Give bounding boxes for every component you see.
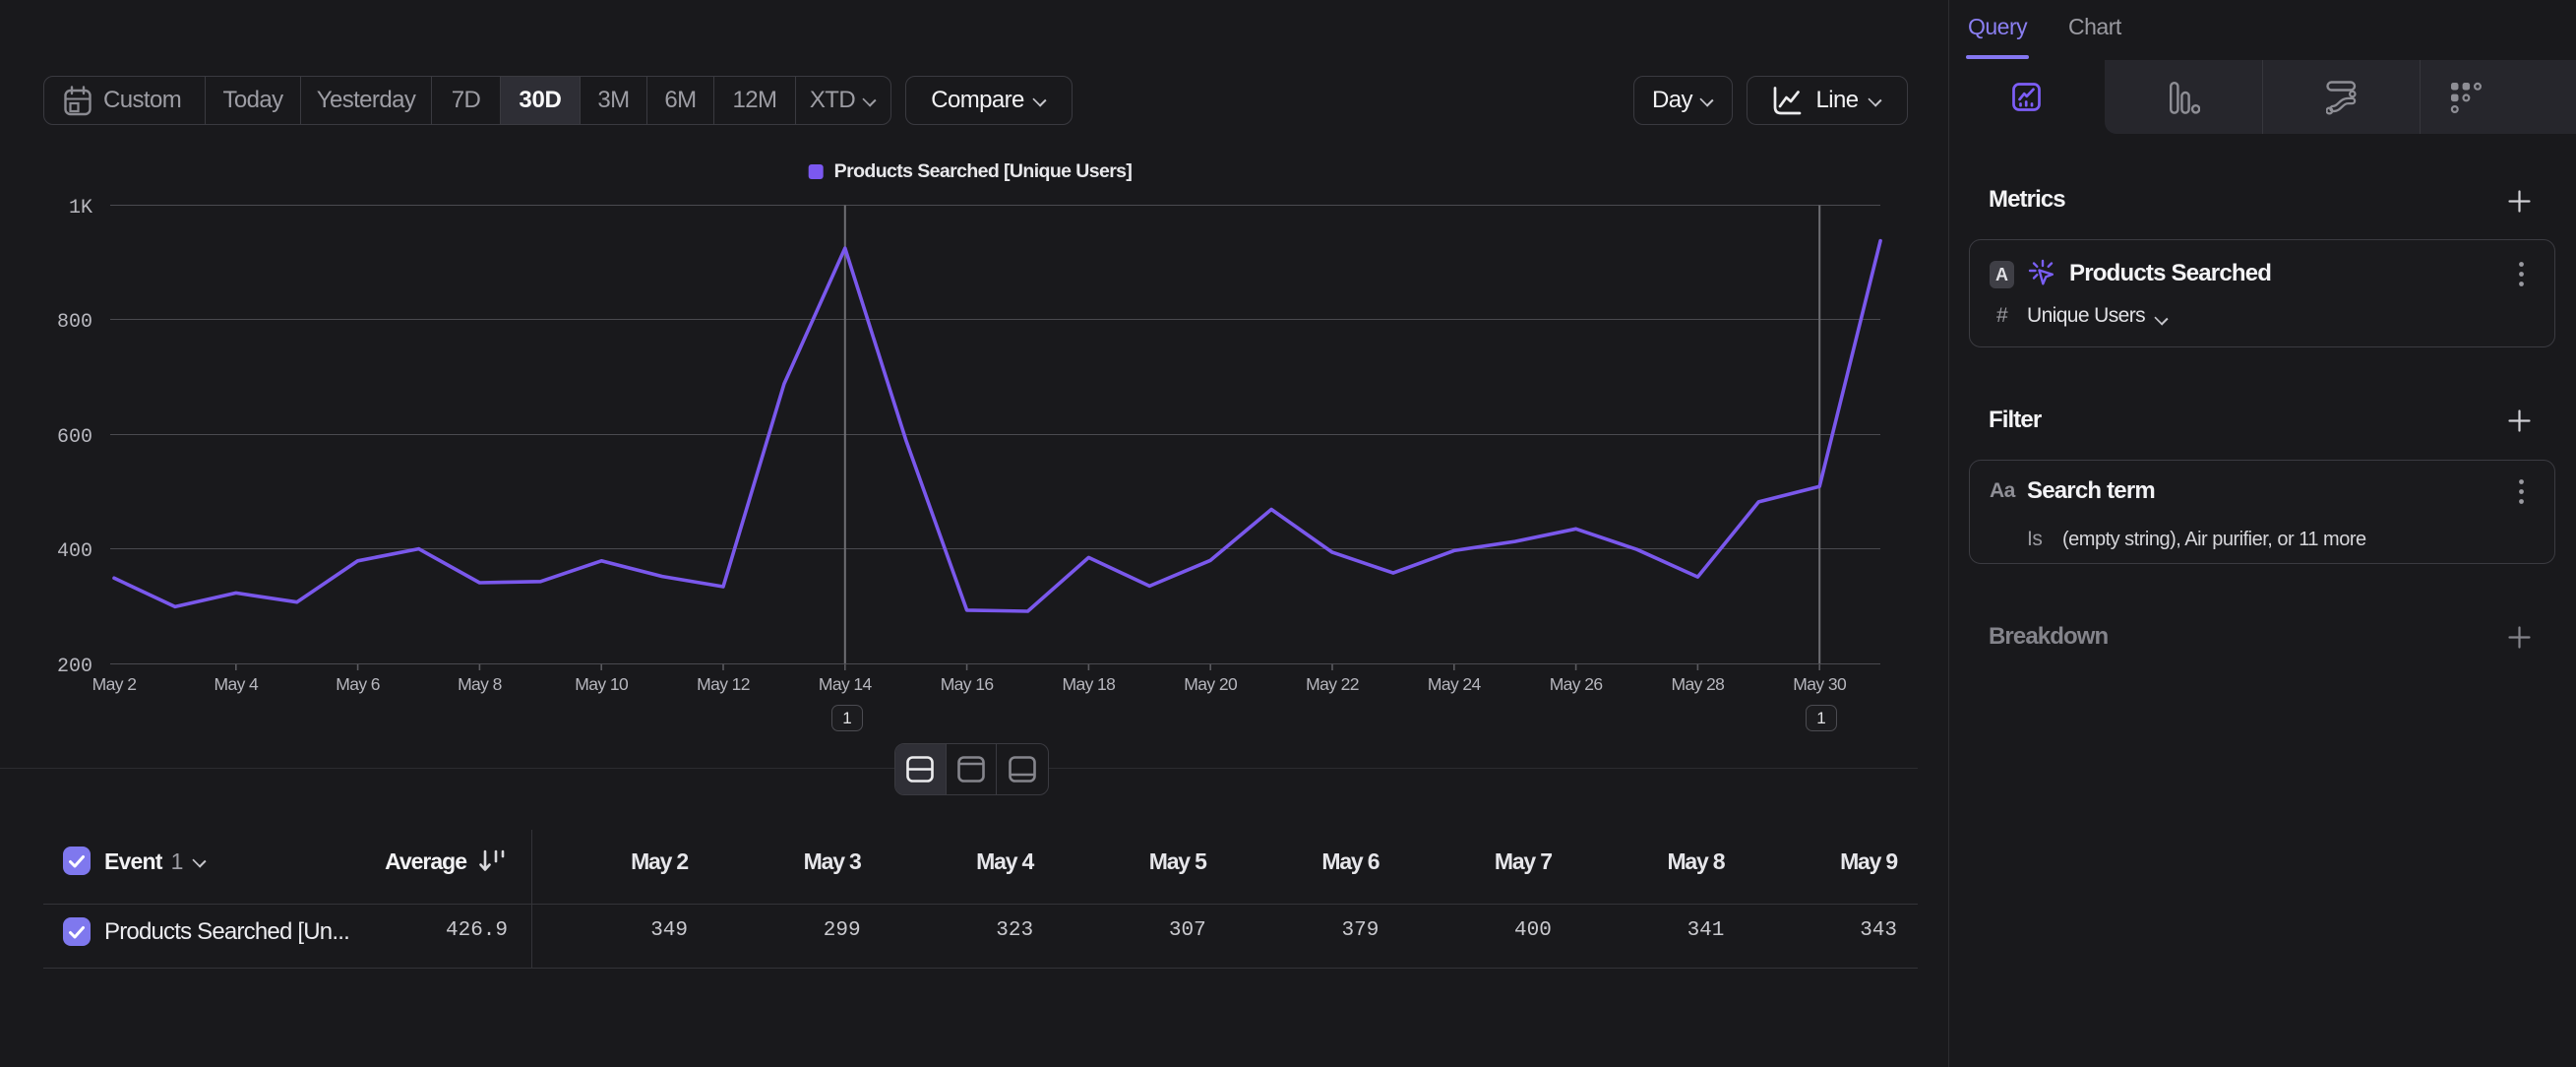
svg-text:May 8: May 8 — [458, 674, 502, 694]
svg-text:May 26: May 26 — [1550, 674, 1603, 694]
svg-text:May 6: May 6 — [336, 674, 380, 694]
svg-text:800: 800 — [57, 311, 92, 334]
svg-text:May 22: May 22 — [1306, 674, 1359, 694]
svg-text:May 28: May 28 — [1672, 674, 1725, 694]
svg-text:May 14: May 14 — [819, 674, 873, 694]
svg-text:May 16: May 16 — [941, 674, 994, 694]
svg-text:May 18: May 18 — [1063, 674, 1116, 694]
svg-text:400: 400 — [57, 540, 92, 563]
svg-text:May 24: May 24 — [1428, 674, 1482, 694]
svg-text:200: 200 — [57, 656, 92, 678]
svg-text:May 30: May 30 — [1793, 674, 1847, 694]
svg-text:600: 600 — [57, 426, 92, 449]
svg-text:May 4: May 4 — [214, 674, 259, 694]
svg-text:May 2: May 2 — [92, 674, 137, 694]
svg-text:1K: 1K — [69, 197, 92, 220]
svg-text:May 12: May 12 — [697, 674, 750, 694]
svg-text:May 10: May 10 — [575, 674, 629, 694]
svg-text:May 20: May 20 — [1184, 674, 1238, 694]
